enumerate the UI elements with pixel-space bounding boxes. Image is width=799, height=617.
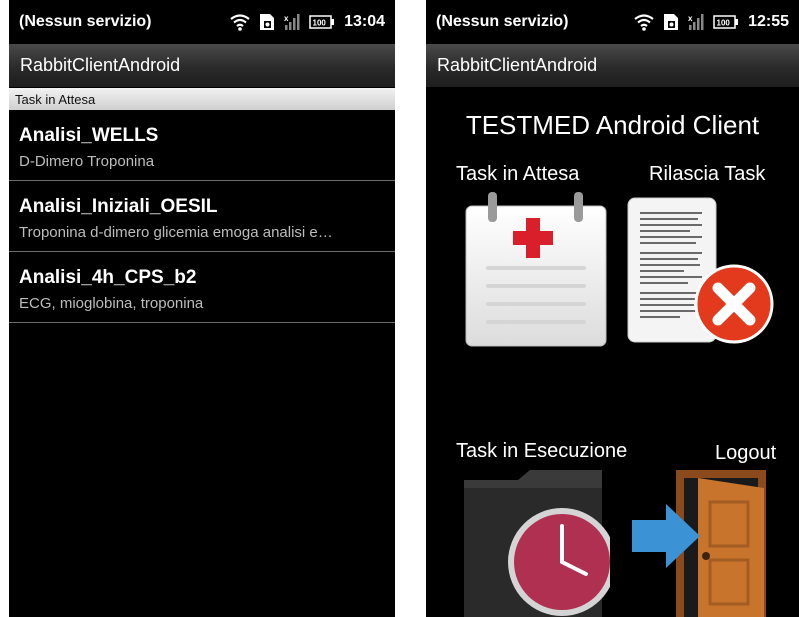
app-title-bar: RabbitClientAndroid [9,44,395,88]
clock-time: 13:04 [344,13,385,30]
release-task-label[interactable]: Rilascia Task [649,163,765,186]
task-list-item[interactable]: Analisi_Iniziali_OESIL Troponina d-dimer… [9,181,395,252]
carrier-label: (Nessun servizio) [19,13,152,30]
section-header: Task in Attesa [9,88,395,110]
task-name: Analisi_Iniziali_OESIL [19,196,218,217]
carrier-label: (Nessun servizio) [436,13,569,30]
sd-card-icon [663,13,679,31]
clock-time: 12:55 [748,13,789,30]
logout-label[interactable]: Logout [715,442,776,465]
running-tasks-label[interactable]: Task in Esecuzione [456,440,627,463]
task-name: Analisi_4h_CPS_b2 [19,267,197,288]
calendar-medical-icon[interactable] [464,192,610,353]
document-delete-icon[interactable] [626,196,776,351]
status-bar: (Nessun servizio) x 100 12:55 [426,0,799,44]
task-list: Analisi_WELLS D-Dimero Troponina Analisi… [9,110,395,323]
pending-tasks-label[interactable]: Task in Attesa [456,163,579,186]
no-signal-icon: x [284,13,300,31]
status-bar: (Nessun servizio) x 100 13:04 [9,0,395,44]
door-exit-icon[interactable] [632,470,778,617]
task-description: Troponina d-dimero glicemia emoga analis… [19,224,333,241]
folder-clock-icon[interactable] [460,470,616,617]
svg-text:100: 100 [313,19,327,28]
phone-screen-task-list: (Nessun servizio) x 100 13:04 RabbitClie… [9,0,395,617]
app-title: RabbitClientAndroid [437,55,598,75]
section-header-label: Task in Attesa [15,91,96,107]
app-title: RabbitClientAndroid [20,55,181,75]
svg-text:x: x [688,14,693,23]
svg-text:x: x [284,14,289,23]
svg-text:100: 100 [717,19,731,28]
dashboard-title: TESTMED Android Client [465,110,760,140]
sd-card-icon [259,13,275,31]
task-description: ECG, mioglobina, troponina [19,295,204,312]
task-list-item[interactable]: Analisi_WELLS D-Dimero Troponina [9,110,395,181]
phone-screen-dashboard: (Nessun servizio) x 100 12:55 RabbitClie… [426,0,799,617]
task-description: D-Dimero Troponina [19,153,155,170]
no-signal-icon: x [688,13,704,31]
wifi-icon [230,13,250,31]
wifi-icon [634,13,654,31]
task-list-item[interactable]: Analisi_4h_CPS_b2 ECG, mioglobina, tropo… [9,252,395,323]
app-title-bar: RabbitClientAndroid [426,44,799,88]
battery-icon: 100 [309,15,335,29]
battery-icon: 100 [713,15,739,29]
task-name: Analisi_WELLS [19,125,159,146]
